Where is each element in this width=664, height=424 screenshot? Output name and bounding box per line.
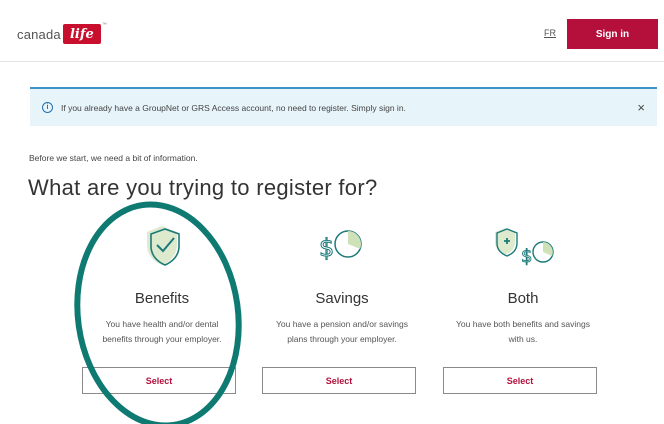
svg-text:$: $ — [319, 234, 334, 262]
info-icon: i — [42, 102, 53, 113]
card-title: Savings — [315, 290, 369, 307]
benefits-card: Benefits You have health and/or dental b… — [67, 220, 257, 394]
card-description: You have both benefits and savings with … — [428, 317, 618, 349]
select-both-button[interactable]: Select — [443, 367, 597, 394]
canada-life-logo[interactable]: canada life ™ — [17, 22, 107, 44]
select-benefits-button[interactable]: Select — [82, 367, 236, 394]
info-banner-text: If you already have a GroupNet or GRS Ac… — [61, 102, 406, 113]
card-description: You have health and/or dental benefits t… — [67, 317, 257, 349]
shield-check-icon — [67, 220, 257, 270]
card-description-line: You have both benefits and savings — [456, 319, 590, 329]
svg-text:$: $ — [521, 246, 532, 267]
intro-text: Before we start, we need a bit of inform… — [29, 153, 198, 163]
both-card: $ Both You have both benefits and saving… — [428, 220, 618, 394]
highlight-ellipse-annotation — [74, 201, 242, 424]
shield-plus-dollar-icon: $ — [428, 220, 618, 270]
card-description-line: You have a pension and/or savings — [275, 319, 408, 329]
site-header: canada life ™ FR Sign in — [0, 0, 664, 62]
logo-mark: life — [62, 24, 101, 44]
savings-card: $ Savings You have a pension and/or savi… — [247, 220, 437, 394]
dollar-pie-icon: $ — [247, 220, 437, 270]
card-title: Both — [507, 290, 539, 307]
card-description-line: benefits through your employer. — [102, 334, 222, 344]
card-description-line: with us. — [508, 334, 538, 344]
sign-in-button[interactable]: Sign in — [567, 19, 658, 49]
card-description: You have a pension and/or savings plans … — [247, 317, 437, 349]
close-icon[interactable]: × — [637, 100, 645, 115]
logo-trademark: ™ — [101, 22, 107, 28]
logo-mark-text: life — [69, 26, 94, 42]
logo-text: canada — [17, 26, 61, 42]
card-description-line: You have health and/or dental — [105, 319, 219, 329]
card-title: Benefits — [134, 290, 190, 307]
select-savings-button[interactable]: Select — [262, 367, 416, 394]
language-toggle-link[interactable]: FR — [544, 28, 556, 38]
info-banner: i If you already have a GroupNet or GRS … — [30, 87, 657, 126]
card-description-line: plans through your employer. — [287, 334, 397, 344]
page-title: What are you trying to register for? — [28, 175, 378, 200]
